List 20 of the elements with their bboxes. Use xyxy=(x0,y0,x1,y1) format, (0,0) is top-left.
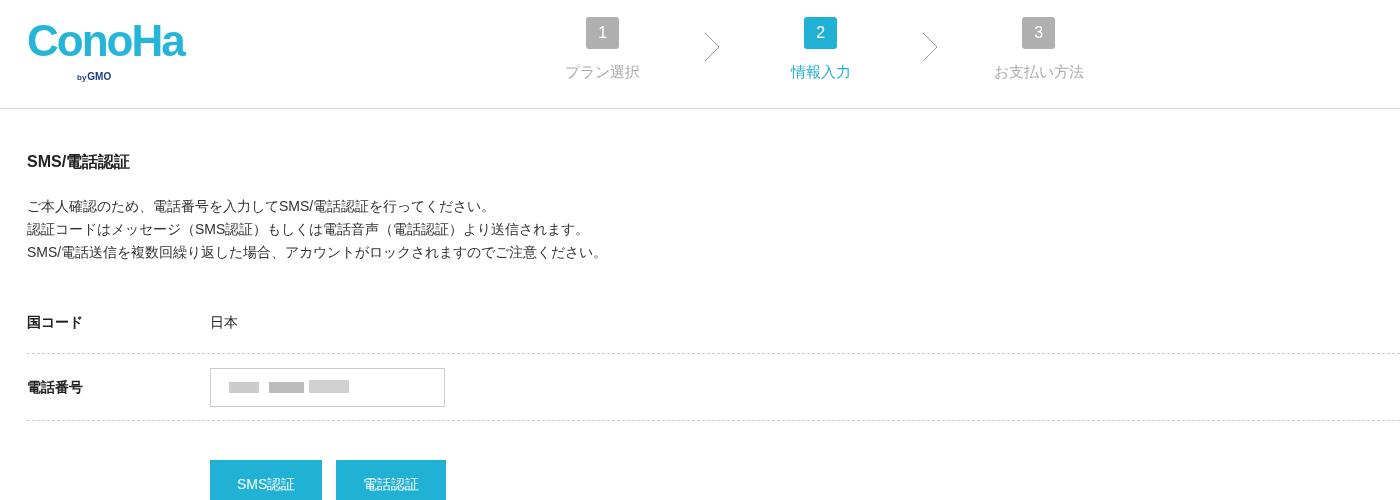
verify-button[interactable]: SMS認証 xyxy=(210,460,323,500)
field-label: 電話番号 xyxy=(27,377,84,397)
phone-input-field[interactable] xyxy=(210,367,445,407)
step-label: プラン選択 xyxy=(565,62,641,82)
field-value: 日本 xyxy=(210,313,238,332)
description-text: SMS/電話送信を複数回繰り返した場合、アカウントがロックされますのでご注意ください。 xyxy=(27,243,609,262)
step-number: 3 xyxy=(1022,17,1056,49)
step-number: 1 xyxy=(586,17,620,49)
chevron-right-icon xyxy=(703,32,720,62)
section-title: SMS/電話認証 xyxy=(27,152,132,172)
field-label: 国コード xyxy=(27,313,84,332)
step-number: 2 xyxy=(804,17,838,49)
step-label: 情報入力 xyxy=(790,62,851,82)
chevron-right-icon xyxy=(921,32,938,62)
description-text: ご本人確認のため、電話番号を入力してSMS/電話認証を行ってください。 xyxy=(27,197,497,216)
verify-button[interactable]: 電話認証 xyxy=(336,460,447,500)
conoha-logo[interactable]: ConoHa byGMO xyxy=(27,18,188,84)
redacted-value-icon xyxy=(229,379,349,395)
description-text: 認証コードはメッセージ（SMS認証）もしくは電話音声（電話認証）より送信されます。 xyxy=(27,220,591,239)
step-label: お支払い方法 xyxy=(993,62,1084,82)
